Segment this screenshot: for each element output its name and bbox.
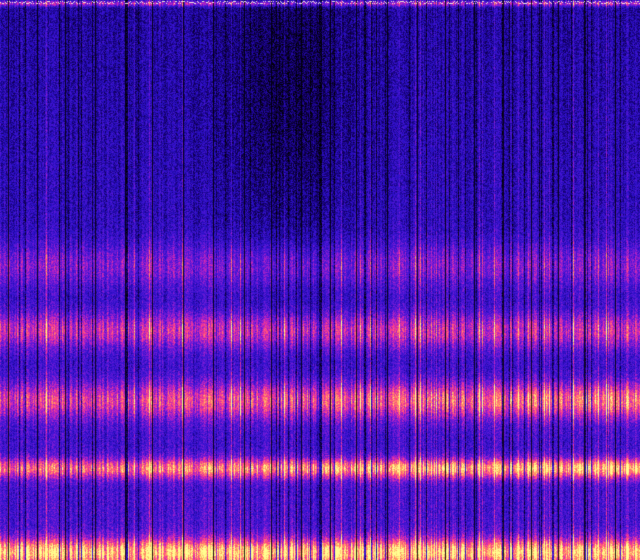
spectrogram-image (0, 0, 640, 560)
spectrogram-view (0, 0, 640, 560)
